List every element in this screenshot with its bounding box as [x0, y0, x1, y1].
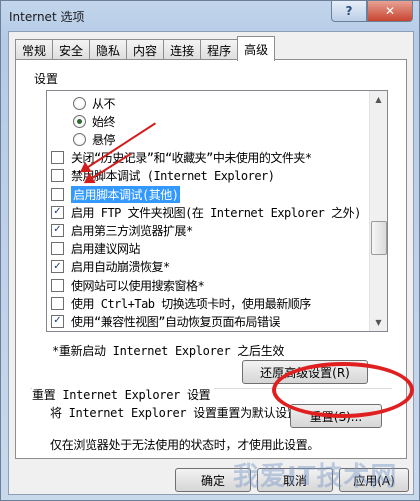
setting-checkbox-row[interactable]: 启用脚本调试(其他)	[51, 185, 181, 203]
close-button[interactable]: ✕	[367, 1, 413, 22]
checkbox[interactable]	[51, 187, 64, 201]
setting-checkbox-row[interactable]: 使网站可以使用搜索窗格*	[51, 276, 205, 294]
setting-label: 启用建议网站	[71, 242, 141, 257]
setting-checkbox-row[interactable]: ✓ 使用“兼容性视图”自动恢复页面布局错误	[51, 312, 280, 330]
setting-label: 始终	[92, 114, 116, 129]
tab-advanced[interactable]: 高级	[237, 36, 276, 61]
restart-note: *重新启动 Internet Explorer 之后生效	[52, 344, 285, 358]
settings-list-items: 从不 始终 悬停 关闭“历史记录”和“收藏夹”中未使用的文件夹* 禁用脚本调试 (Int…	[47, 91, 369, 331]
help-button[interactable]: ?	[331, 1, 367, 22]
reset-description: 将 Internet Explorer 设置重置为默认设置。	[50, 406, 311, 420]
checkbox[interactable]: ✓	[51, 314, 64, 328]
checkbox[interactable]	[51, 151, 64, 165]
setting-label: 使用 Ctrl+Tab 切换选项卡时，使用最新顺序	[71, 296, 311, 311]
tab-strip: 常规 安全 隐私 内容 连接 程序 高级	[15, 36, 276, 61]
settings-list[interactable]: 从不 始终 悬停 关闭“历史记录”和“收藏夹”中未使用的文件夹* 禁用脚本调试 (Int…	[46, 90, 388, 332]
radio-option[interactable]: 悬停	[73, 130, 116, 148]
tab-security[interactable]: 安全	[52, 39, 91, 61]
annotation-ellipse	[272, 362, 414, 418]
setting-label: 启用 FTP 文件夹视图(在 Internet Explorer 之外)	[71, 205, 361, 220]
setting-checkbox-row[interactable]: 启用建议网站	[51, 240, 141, 258]
question-mark-icon: ?	[345, 4, 353, 18]
tab-programs[interactable]: 程序	[200, 39, 239, 61]
tab-content[interactable]: 内容	[126, 39, 165, 61]
setting-label: 启用自动崩溃恢复*	[71, 260, 170, 275]
radio-button[interactable]	[73, 114, 86, 128]
setting-checkbox-row[interactable]: ✓ 启用 FTP 文件夹视图(在 Internet Explorer 之外)	[51, 203, 361, 221]
checkbox[interactable]	[51, 296, 64, 310]
window-controls: ? ✕	[331, 1, 413, 22]
settings-label: 设置	[34, 72, 59, 86]
scroll-thumb[interactable]	[371, 221, 387, 255]
radio-button[interactable]	[73, 132, 86, 146]
radio-option[interactable]: 始终	[73, 112, 116, 130]
dialog-body: 常规 安全 隐私 内容 连接 程序 高级 设置 从不始终悬停关闭“历史记录”和“…	[8, 31, 414, 495]
window-title: Internet 选项	[9, 10, 85, 24]
setting-checkbox-row[interactable]: ✓ 启用自动崩溃恢复*	[51, 258, 170, 276]
watermark: 我爱IT技术网	[233, 462, 398, 492]
setting-label: 从不	[92, 96, 116, 111]
title-bar[interactable]: Internet 选项 ? ✕	[1, 1, 419, 31]
reset-hint: 仅在浏览器处于无法使用的状态时，才使用此设置。	[50, 438, 320, 452]
internet-options-dialog: Internet 选项 ? ✕ 常规 安全 隐私 内容 连接 程序 高级 设置 …	[0, 0, 420, 501]
setting-checkbox-row[interactable]: ✓ 启用第三方浏览器扩展*	[51, 221, 193, 239]
tab-privacy[interactable]: 隐私	[89, 39, 128, 61]
checkbox[interactable]	[51, 169, 64, 183]
scroll-up-icon[interactable]: ▲	[370, 91, 387, 108]
checkbox[interactable]: ✓	[51, 223, 64, 237]
setting-label: 关闭“历史记录”和“收藏夹”中未使用的文件夹*	[71, 151, 312, 166]
settings-scrollbar[interactable]: ▲ ▼	[369, 91, 387, 331]
setting-label: 启用第三方浏览器扩展*	[71, 223, 193, 238]
checkbox[interactable]	[51, 278, 64, 292]
checkbox[interactable]	[51, 242, 64, 256]
setting-label: 悬停	[92, 132, 116, 147]
scroll-down-icon[interactable]: ▼	[370, 314, 387, 331]
reset-heading: 重置 Internet Explorer 设置	[32, 386, 215, 403]
radio-option[interactable]: 从不	[73, 94, 116, 112]
tab-connections[interactable]: 连接	[163, 39, 202, 61]
setting-label: 使网站可以使用搜索窗格*	[71, 278, 205, 293]
radio-button[interactable]	[73, 96, 86, 110]
setting-checkbox-row[interactable]: 使用 Ctrl+Tab 切换选项卡时，使用最新顺序	[51, 294, 311, 312]
checkbox[interactable]: ✓	[51, 260, 64, 274]
checkbox[interactable]: ✓	[51, 205, 64, 219]
setting-label: 使用“兼容性视图”自动恢复页面布局错误	[71, 314, 280, 329]
tab-general[interactable]: 常规	[15, 39, 54, 61]
close-x-icon: ✕	[384, 4, 396, 18]
